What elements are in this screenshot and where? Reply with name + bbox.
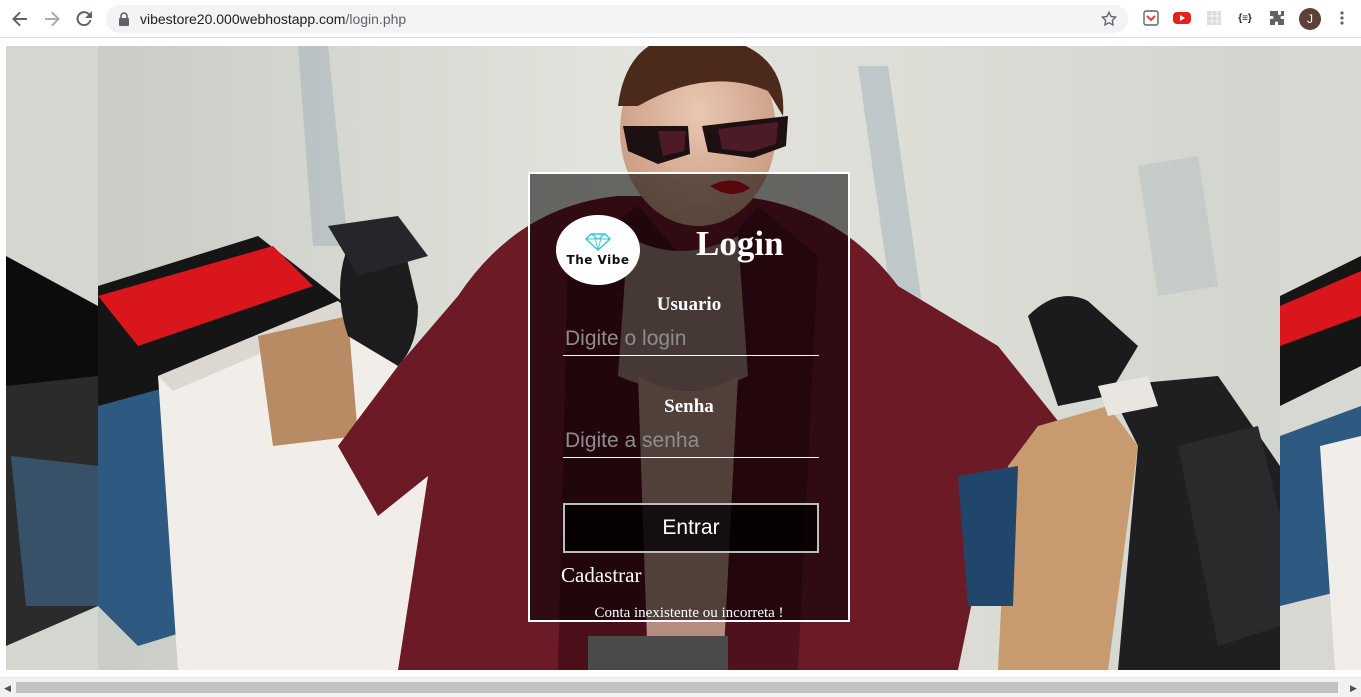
login-form: The Vibe Login Usuario Senha Entrar Cada… [528, 172, 850, 622]
puzzle-extensions-icon[interactable] [1268, 9, 1286, 27]
grid-icon[interactable] [1205, 9, 1223, 27]
back-arrow-icon [12, 11, 27, 27]
login-submit-button[interactable]: Entrar [563, 503, 819, 553]
scroll-left-icon[interactable]: ◀ [4, 683, 11, 694]
pocket-icon[interactable] [1142, 9, 1160, 27]
forward-arrow-icon [45, 11, 60, 27]
brand-logo: The Vibe [556, 215, 640, 285]
background-image-tile [6, 46, 98, 670]
page-title: Login [696, 224, 784, 263]
profile-avatar[interactable]: J [1299, 8, 1321, 30]
youtube-icon[interactable] [1173, 9, 1191, 27]
password-input[interactable] [563, 424, 819, 458]
url-text: vibestore20.000webhostapp.com/login.php [140, 11, 407, 27]
scrollbar-thumb[interactable] [16, 682, 1338, 693]
address-bar[interactable]: vibestore20.000webhostapp.com/login.php [106, 5, 1128, 33]
horizontal-scrollbar[interactable]: ◀ ▶ [0, 677, 1361, 697]
browser-toolbar: vibestore20.000webhostapp.com/login.php … [0, 0, 1361, 38]
error-message: Conta inexistente ou incorreta ! [594, 605, 784, 621]
json-formatter-icon[interactable]: {≡} [1236, 9, 1254, 27]
reload-icon [76, 11, 92, 27]
back-button[interactable] [8, 7, 32, 31]
password-label: Senha [664, 396, 714, 417]
username-input[interactable] [563, 322, 819, 356]
bookmark-star-icon[interactable] [1100, 10, 1118, 28]
menu-kebab-icon[interactable] [1333, 9, 1351, 27]
scroll-right-icon[interactable]: ▶ [1350, 683, 1357, 694]
username-label: Usuario [656, 294, 722, 315]
page-viewport: The Vibe Login Usuario Senha Entrar Cada… [0, 39, 1361, 677]
lock-icon [119, 12, 129, 26]
forward-button[interactable] [40, 7, 64, 31]
reload-button[interactable] [72, 7, 96, 31]
logo-text: The Vibe [566, 253, 630, 267]
background-image-tile [1280, 46, 1361, 670]
register-link[interactable]: Cadastrar [561, 563, 641, 588]
diamond-icon [585, 233, 611, 251]
